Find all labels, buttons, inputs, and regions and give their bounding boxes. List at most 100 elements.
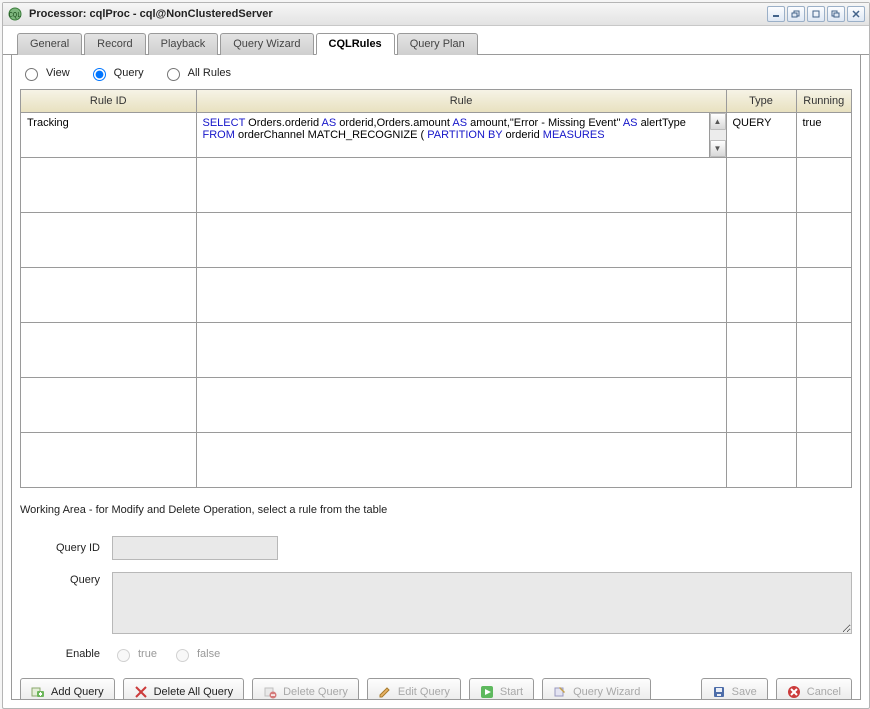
empty-cell bbox=[726, 323, 796, 378]
query-label: Query bbox=[20, 572, 112, 586]
filter-all-rules-radio[interactable] bbox=[167, 68, 180, 81]
window-title: Processor: cqlProc - cql@NonClusteredSer… bbox=[29, 8, 273, 20]
filter-view-label: View bbox=[46, 67, 70, 79]
col-type[interactable]: Type bbox=[726, 90, 796, 113]
table-row[interactable]: TrackingSELECT Orders.orderid AS orderid… bbox=[21, 113, 851, 158]
empty-cell bbox=[21, 158, 196, 213]
tab-content: View Query All Rules Rule ID Rule Type bbox=[11, 55, 861, 700]
filter-view-radio[interactable] bbox=[25, 68, 38, 81]
cell-running: true bbox=[796, 113, 851, 158]
wizard-icon bbox=[553, 685, 567, 699]
add-query-button[interactable]: Add Query bbox=[20, 678, 115, 700]
save-button[interactable]: Save bbox=[701, 678, 768, 700]
empty-cell bbox=[796, 268, 851, 323]
start-button[interactable]: Start bbox=[469, 678, 534, 700]
svg-text:CQL: CQL bbox=[9, 12, 22, 20]
enable-false-radio[interactable] bbox=[176, 649, 189, 662]
action-toolbar: Add Query Delete All Query Delete Query … bbox=[12, 674, 860, 700]
tab-strip: General Record Playback Query Wizard CQL… bbox=[3, 26, 869, 55]
restore-down-button[interactable] bbox=[787, 6, 805, 22]
add-query-label: Add Query bbox=[51, 686, 104, 698]
window-controls bbox=[767, 6, 865, 22]
empty-cell bbox=[21, 378, 196, 433]
delete-query-label: Delete Query bbox=[283, 686, 348, 698]
filter-view[interactable]: View bbox=[20, 65, 70, 81]
tab-query-plan[interactable]: Query Plan bbox=[397, 33, 478, 55]
cancel-label: Cancel bbox=[807, 686, 841, 698]
filter-query-radio[interactable] bbox=[93, 68, 106, 81]
empty-cell bbox=[196, 158, 726, 213]
col-rule-id[interactable]: Rule ID bbox=[21, 90, 196, 113]
delete-all-query-button[interactable]: Delete All Query bbox=[123, 678, 244, 700]
table-row[interactable] bbox=[21, 213, 851, 268]
working-area-hint: Working Area - for Modify and Delete Ope… bbox=[20, 504, 852, 516]
tab-playback[interactable]: Playback bbox=[148, 33, 219, 55]
enable-false-label: false bbox=[197, 648, 220, 660]
rule-cell-scrollbar[interactable]: ▲▼ bbox=[709, 113, 726, 157]
empty-cell bbox=[726, 268, 796, 323]
filter-radio-group: View Query All Rules bbox=[12, 63, 860, 89]
close-button[interactable] bbox=[847, 6, 865, 22]
enable-false[interactable]: false bbox=[171, 646, 220, 662]
minimize-button[interactable] bbox=[767, 6, 785, 22]
save-icon bbox=[712, 685, 726, 699]
query-id-input[interactable] bbox=[112, 536, 278, 560]
cell-type: QUERY bbox=[726, 113, 796, 158]
delete-all-query-label: Delete All Query bbox=[154, 686, 233, 698]
maximize-button[interactable] bbox=[807, 6, 825, 22]
col-running[interactable]: Running bbox=[796, 90, 851, 113]
rules-table: Rule ID Rule Type Running TrackingSELECT… bbox=[21, 90, 851, 487]
cancel-button[interactable]: Cancel bbox=[776, 678, 852, 700]
empty-cell bbox=[196, 433, 726, 488]
start-label: Start bbox=[500, 686, 523, 698]
empty-cell bbox=[726, 433, 796, 488]
titlebar: CQL Processor: cqlProc - cql@NonClustere… bbox=[3, 3, 869, 26]
edit-query-button[interactable]: Edit Query bbox=[367, 678, 461, 700]
enable-true[interactable]: true bbox=[112, 646, 157, 662]
table-row[interactable] bbox=[21, 323, 851, 378]
scroll-down-icon[interactable]: ▼ bbox=[710, 140, 726, 157]
restore-button[interactable] bbox=[827, 6, 845, 22]
empty-cell bbox=[796, 433, 851, 488]
enable-label: Enable bbox=[20, 648, 112, 660]
empty-cell bbox=[196, 378, 726, 433]
delete-icon bbox=[263, 685, 277, 699]
table-row[interactable] bbox=[21, 268, 851, 323]
enable-radio-group: true false bbox=[112, 646, 220, 662]
tab-cqlrules[interactable]: CQLRules bbox=[316, 33, 395, 55]
delete-all-icon bbox=[134, 685, 148, 699]
empty-cell bbox=[21, 323, 196, 378]
table-row[interactable] bbox=[21, 378, 851, 433]
enable-true-label: true bbox=[138, 648, 157, 660]
empty-cell bbox=[796, 158, 851, 213]
tab-record[interactable]: Record bbox=[84, 33, 145, 55]
processor-window: CQL Processor: cqlProc - cql@NonClustere… bbox=[2, 2, 870, 709]
filter-all-rules[interactable]: All Rules bbox=[162, 65, 231, 81]
edit-query-label: Edit Query bbox=[398, 686, 450, 698]
query-wizard-button[interactable]: Query Wizard bbox=[542, 678, 651, 700]
table-row[interactable] bbox=[21, 433, 851, 488]
empty-cell bbox=[196, 268, 726, 323]
query-id-label: Query ID bbox=[20, 542, 112, 554]
tab-general[interactable]: General bbox=[17, 33, 82, 55]
empty-cell bbox=[21, 433, 196, 488]
empty-cell bbox=[196, 323, 726, 378]
empty-cell bbox=[796, 213, 851, 268]
scroll-up-icon[interactable]: ▲ bbox=[710, 113, 726, 130]
table-row[interactable] bbox=[21, 158, 851, 213]
enable-true-radio[interactable] bbox=[117, 649, 130, 662]
filter-query[interactable]: Query bbox=[88, 65, 144, 81]
empty-cell bbox=[726, 158, 796, 213]
cell-rule-id: Tracking bbox=[21, 113, 196, 158]
query-textarea[interactable] bbox=[112, 572, 852, 634]
col-rule[interactable]: Rule bbox=[196, 90, 726, 113]
working-area: Working Area - for Modify and Delete Ope… bbox=[12, 488, 860, 674]
add-icon bbox=[31, 685, 45, 699]
cell-rule: SELECT Orders.orderid AS orderid,Orders.… bbox=[196, 113, 726, 158]
empty-cell bbox=[726, 378, 796, 433]
delete-query-button[interactable]: Delete Query bbox=[252, 678, 359, 700]
query-wizard-label: Query Wizard bbox=[573, 686, 640, 698]
filter-all-rules-label: All Rules bbox=[188, 67, 231, 79]
empty-cell bbox=[796, 378, 851, 433]
tab-query-wizard[interactable]: Query Wizard bbox=[220, 33, 313, 55]
